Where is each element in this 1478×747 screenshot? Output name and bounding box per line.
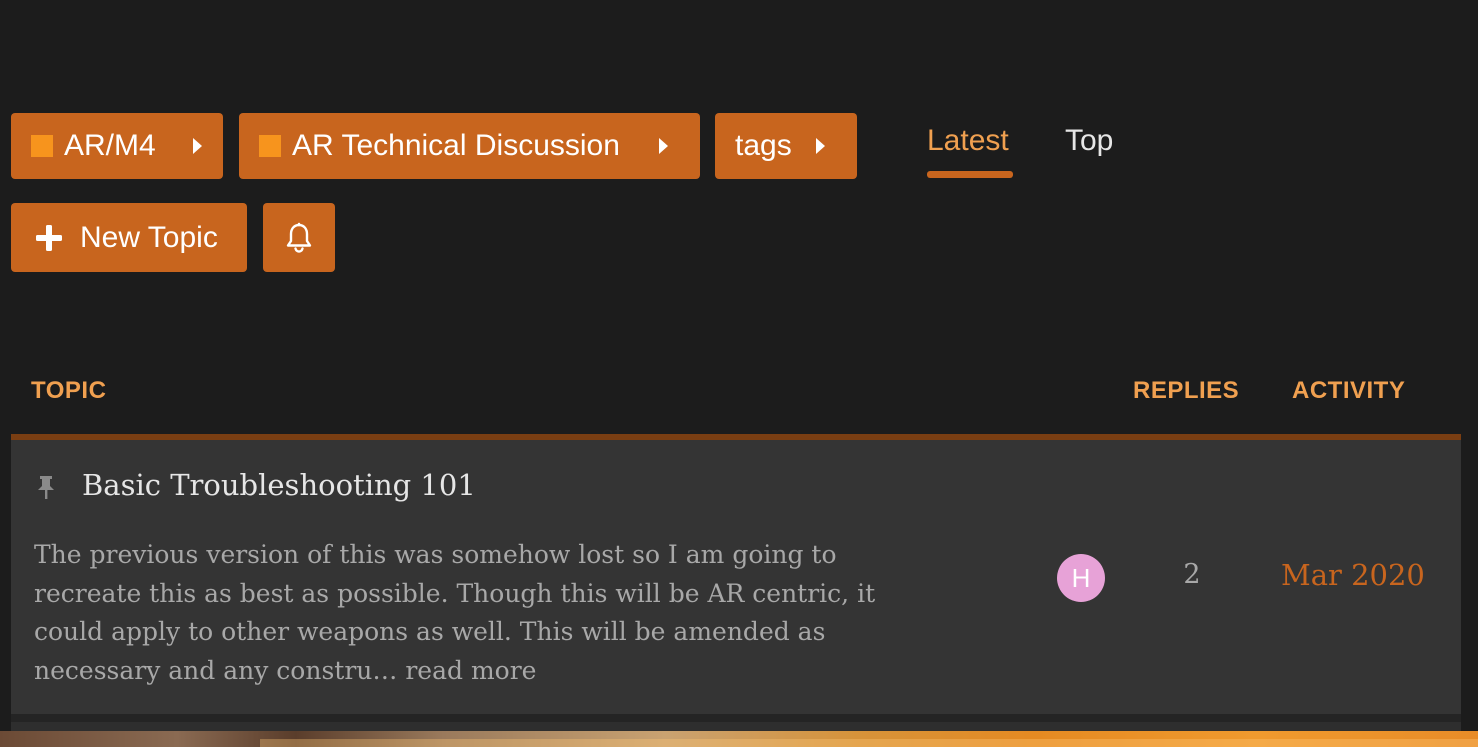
- bell-icon: [284, 222, 314, 254]
- breadcrumb-label: AR Technical Discussion: [292, 129, 620, 162]
- breadcrumb-tags[interactable]: tags: [715, 113, 857, 179]
- row-divider: [11, 714, 1461, 722]
- category-color-swatch: [31, 135, 53, 157]
- avatar-initial: H: [1071, 562, 1091, 593]
- column-header-activity[interactable]: ACTIVITY: [1292, 377, 1405, 405]
- pin-icon: [36, 476, 56, 505]
- breadcrumb-category-ar-m4[interactable]: AR/M4: [11, 113, 223, 179]
- caret-right-icon: [193, 138, 202, 154]
- tab-latest[interactable]: Latest: [927, 124, 1009, 158]
- tab-top[interactable]: Top: [1065, 124, 1113, 158]
- breadcrumb-label: AR/M4: [64, 129, 156, 162]
- replies-count: 2: [1183, 559, 1201, 590]
- new-topic-button[interactable]: New Topic: [11, 203, 247, 272]
- breadcrumb-subcategory-ar-technical-discussion[interactable]: AR Technical Discussion: [239, 113, 700, 179]
- avatar[interactable]: H: [1057, 554, 1105, 602]
- notifications-button[interactable]: [263, 203, 335, 272]
- topic-title-link[interactable]: Basic Troubleshooting 101: [82, 468, 476, 502]
- breadcrumb-label: tags: [735, 129, 792, 162]
- active-tab-indicator: [927, 171, 1013, 178]
- activity-date-link[interactable]: Mar 2020: [1281, 558, 1425, 592]
- read-more-link[interactable]: read more: [405, 656, 536, 685]
- column-header-topic[interactable]: TOPIC: [31, 377, 106, 405]
- plus-icon: [35, 224, 63, 252]
- table-row: [11, 722, 1461, 731]
- subcategory-color-swatch: [259, 135, 281, 157]
- background-image-highlight: [260, 739, 1478, 747]
- caret-right-icon: [659, 138, 668, 154]
- new-topic-label: New Topic: [80, 220, 218, 254]
- background-image-strip: [0, 731, 1478, 747]
- page: AR/M4 AR Technical Discussion tags Lates…: [0, 0, 1478, 747]
- caret-right-icon: [816, 138, 825, 154]
- topic-excerpt: The previous version of this was somehow…: [34, 536, 934, 690]
- column-header-replies[interactable]: REPLIES: [1133, 377, 1239, 405]
